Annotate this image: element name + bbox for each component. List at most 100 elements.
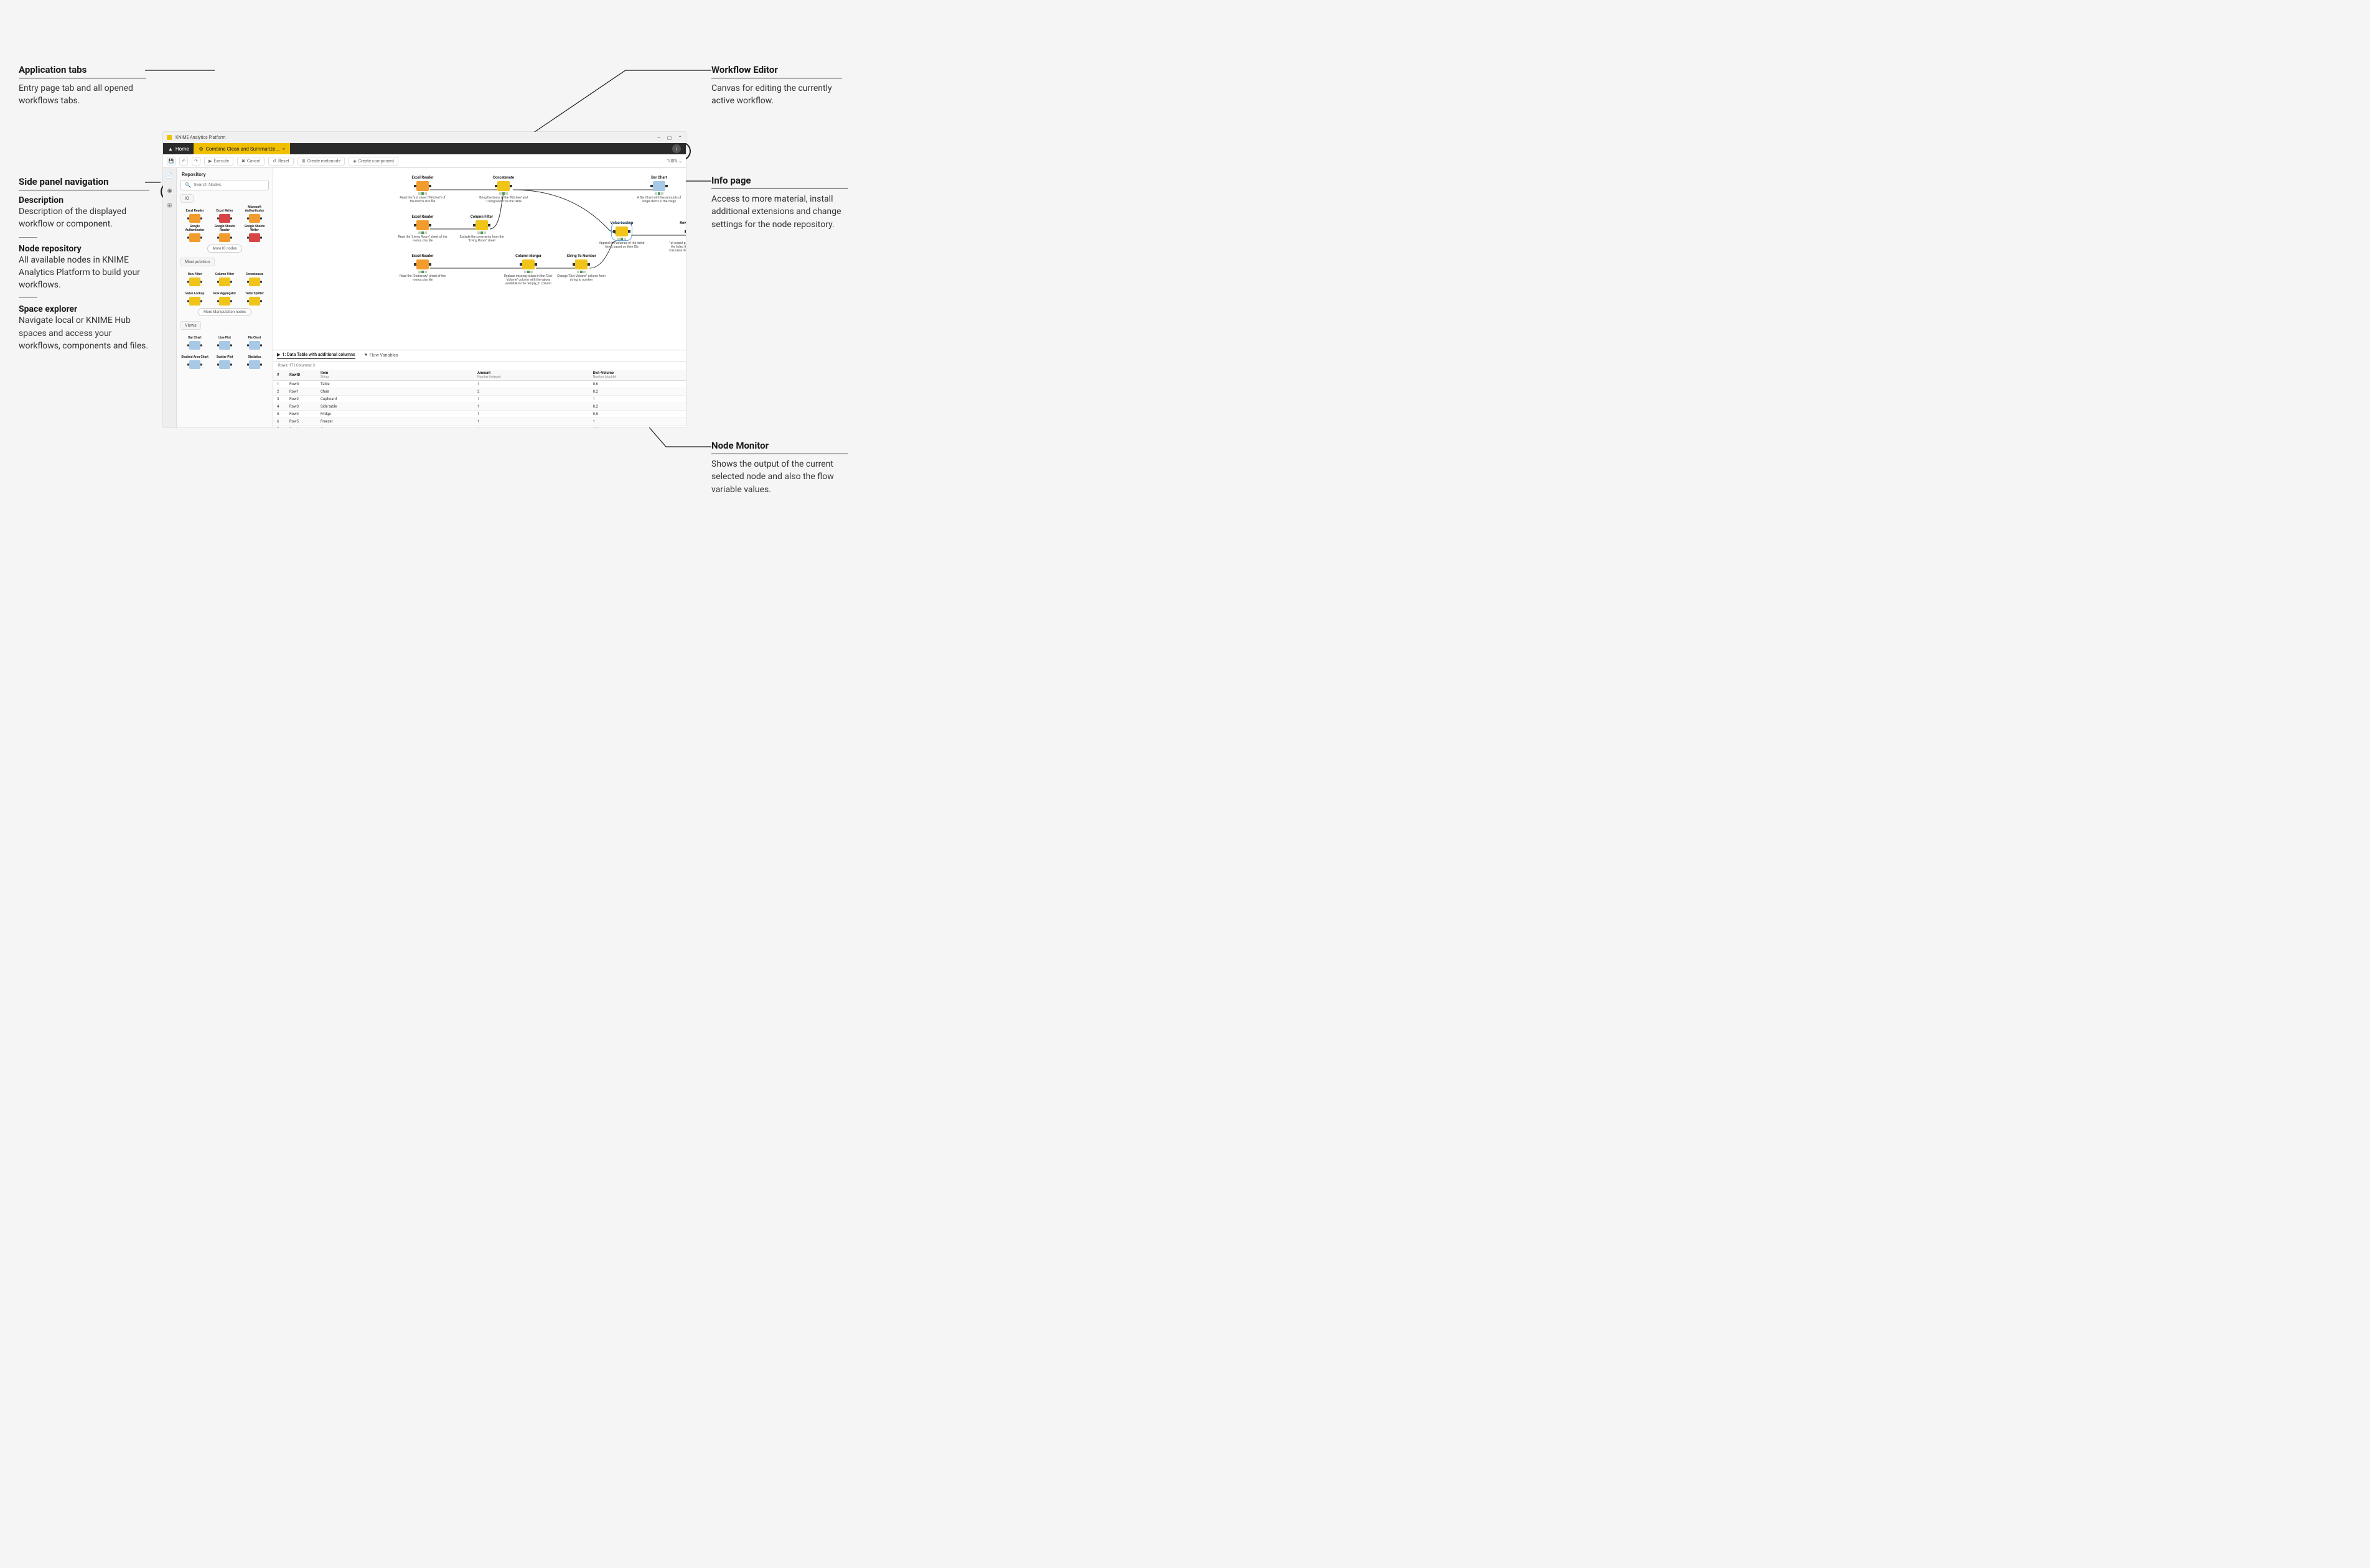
repo-node[interactable]: Google Sheets Writer (240, 225, 269, 242)
canvas-node[interactable]: Excel Reader Read the "Dictionary" sheet… (398, 254, 447, 282)
repo-node[interactable]: Bar Chart (180, 332, 209, 350)
node-status (499, 192, 508, 195)
sidenav-space-explorer[interactable]: ⊞ (166, 202, 174, 210)
repo-node[interactable]: Table Splitter (240, 288, 269, 306)
node-icon (475, 220, 488, 230)
table-row[interactable]: 3Row2Cupboard11 (273, 396, 686, 403)
canvas-node[interactable]: Excel Reader Read the first sheet ("Kitc… (398, 175, 447, 203)
table-cell: Row4 (286, 411, 317, 418)
repo-node[interactable]: Line Plot (210, 332, 239, 350)
repo-node-label: Row Filter (188, 269, 202, 276)
canvas-node-desc: Change "Dict-Volume" column from string … (556, 274, 606, 282)
node-icon (616, 226, 628, 236)
canvas-node[interactable]: Value Lookup Append the volumes of the l… (597, 221, 647, 249)
close-icon[interactable]: ⌃ (678, 135, 682, 141)
column-header[interactable]: Dict-VolumeNumber (double) (589, 370, 686, 381)
node-status (524, 271, 533, 273)
table-row[interactable]: 1Row0Table10.6 (273, 381, 686, 388)
tab-workflow[interactable]: ⚙ Combine Clean and Summarize … × (194, 143, 289, 154)
zoom-level[interactable]: 100% ⌄ (667, 159, 682, 164)
table-cell: 0.5 (589, 411, 686, 418)
monitor-tab-flow[interactable]: ⚑ Flow Variables (364, 353, 398, 359)
table-row[interactable]: 5Row4Fridge10.5 (273, 411, 686, 418)
annotation-workflow-editor: Workflow Editor Canvas for editing the c… (711, 64, 842, 108)
sidenav-repository[interactable]: ◉ (166, 187, 174, 195)
canvas-node[interactable]: Bar Chart A Bar Chart with the amounts o… (634, 175, 684, 203)
column-header[interactable]: RowID (286, 370, 317, 381)
cancel-button[interactable]: ✖ Cancel (237, 157, 265, 166)
annotation-title: Side panel navigation (19, 176, 149, 190)
monitor-table: #RowIDItemStringAmountNumber (integer)Di… (273, 370, 686, 427)
repo-node[interactable]: Statistics (240, 352, 269, 369)
create-metanode-button[interactable]: ⊞ Create metanode (297, 157, 345, 166)
search-input[interactable] (194, 183, 265, 187)
repo-section-header[interactable]: IO (180, 194, 194, 203)
close-tab-icon[interactable]: × (283, 146, 285, 152)
repo-node[interactable]: Stacked Area Chart (180, 352, 209, 369)
annotation-text: Canvas for editing the currently active … (711, 82, 842, 108)
undo-button[interactable]: ↶ (179, 157, 188, 166)
repo-node[interactable]: Pie Chart (240, 332, 269, 350)
repo-node[interactable]: Concatenate (240, 269, 269, 286)
canvas-node[interactable]: String To Number Change "Dict-Volume" co… (556, 254, 606, 282)
table-row[interactable]: 2Row1Chair20.2 (273, 388, 686, 396)
table-cell: 3 (273, 396, 286, 403)
repo-node[interactable]: Excel Reader (180, 205, 209, 223)
canvas-node-title: Value Lookup (611, 221, 634, 225)
canvas-node[interactable]: Excel Reader Read the "Living Room" shee… (398, 215, 447, 243)
repo-node[interactable]: Row Aggregator (210, 288, 239, 306)
more-nodes-button[interactable]: More IO nodes (207, 245, 243, 253)
repo-node[interactable]: Microsoft Authenticator (240, 205, 269, 223)
table-cell: Freezer (317, 418, 474, 426)
sidenav-description[interactable]: 📄 (166, 172, 174, 180)
table-row[interactable]: 4Row3Side table10.2 (273, 403, 686, 411)
repo-node[interactable]: Column Filter (210, 269, 239, 286)
canvas-node[interactable]: Column Filter Exclude the comments from … (457, 215, 507, 243)
repo-node[interactable]: Row Filter (180, 269, 209, 286)
table-row[interactable]: 6Row5Freezer11 (273, 418, 686, 426)
info-button[interactable]: i (672, 144, 681, 153)
save-button[interactable]: 💾 (167, 157, 176, 166)
repo-node[interactable]: Google Authenticator (180, 225, 209, 242)
create-component-button[interactable]: ◈ Create component (349, 157, 398, 166)
more-nodes-button[interactable]: More Manipulation nodes (198, 308, 251, 316)
column-header[interactable]: AmountNumber (integer) (474, 370, 589, 381)
column-header[interactable]: ItemString (317, 370, 474, 381)
table-cell: 4 (273, 403, 286, 411)
maximize-icon[interactable]: ▢ (667, 135, 672, 141)
repo-node[interactable]: Excel Writer (210, 205, 239, 223)
table-row[interactable]: 7Row6Oven10.2 (273, 426, 686, 428)
canvas-node[interactable]: Concatenate Bring the items in the "Kitc… (479, 175, 528, 203)
tab-home[interactable]: ▲ Home (163, 143, 194, 154)
monitor-tab-data[interactable]: ▶ 1: Data Table with additional columns (277, 352, 355, 359)
table-cell: Row0 (286, 381, 317, 388)
table-cell: 2 (474, 388, 589, 396)
column-header[interactable]: # (273, 370, 286, 381)
minimize-icon[interactable]: — (657, 135, 660, 141)
repo-node[interactable]: Scatter Plot (210, 352, 239, 369)
node-icon (416, 220, 429, 230)
repo-section-header[interactable]: Manipulation (180, 258, 215, 266)
node-icon (189, 297, 200, 306)
tab-label: Combine Clean and Summarize … (206, 146, 280, 152)
execute-button[interactable]: ▶ Execute (204, 157, 233, 166)
canvas-node[interactable]: Row Aggregator 1st output port: Sum up v… (668, 221, 686, 256)
annotation-text: All available nodes in KNIME Analytics P… (19, 254, 149, 292)
repo-node[interactable]: Value Lookup (180, 288, 209, 306)
search-box[interactable]: 🔍 (180, 180, 269, 190)
annotation-title: Workflow Editor (711, 64, 842, 78)
node-icon (497, 181, 510, 191)
redo-button[interactable]: ↷ (192, 157, 200, 166)
table-cell: 5 (273, 411, 286, 418)
node-icon (189, 233, 200, 242)
repo-section-header[interactable]: Views (180, 321, 201, 330)
workflow-canvas[interactable]: Excel Reader Read the first sheet ("Kitc… (273, 168, 686, 350)
tab-label: Home (176, 146, 189, 152)
reset-button[interactable]: ↺ Reset (268, 157, 294, 166)
node-icon (522, 259, 535, 269)
repo-node[interactable]: Google Sheets Reader (210, 225, 239, 242)
canvas-node[interactable]: Column Merger Replace missing values in … (504, 254, 553, 286)
canvas-node-desc: Replace missing values in the "Dict-Volu… (504, 274, 553, 286)
sidepanel-repository: Repository 🔍 IOExcel ReaderExcel WriterM… (177, 168, 273, 427)
tabbar: ▲ Home ⚙ Combine Clean and Summarize … ×… (163, 143, 686, 154)
